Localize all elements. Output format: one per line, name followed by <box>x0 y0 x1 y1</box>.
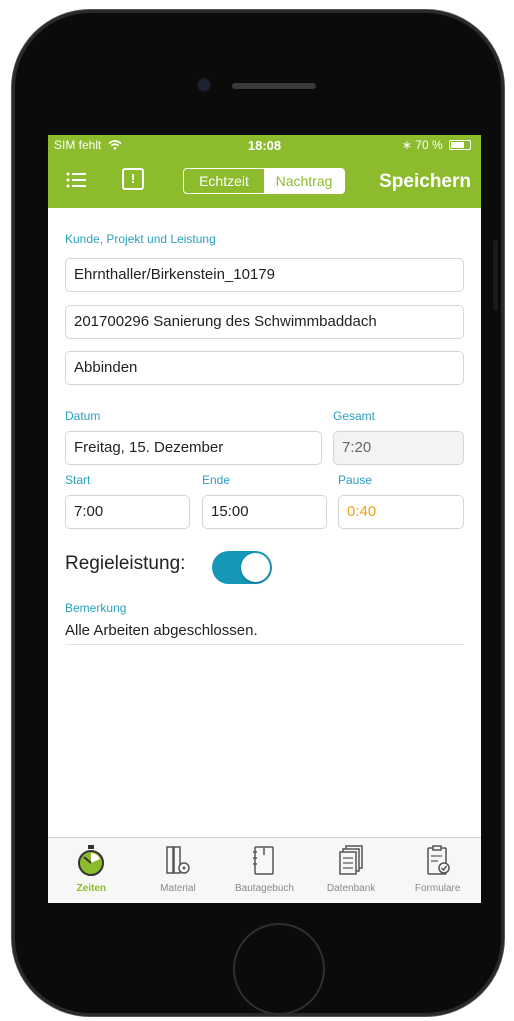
end-label: Ende <box>202 473 231 487</box>
save-button[interactable]: Speichern <box>379 171 471 193</box>
pause-label: Pause <box>338 473 373 487</box>
toggle-knob <box>241 553 270 582</box>
battery-icon <box>449 140 471 150</box>
remark-divider <box>65 644 464 645</box>
menu-icon[interactable] <box>66 172 86 188</box>
service-field[interactable]: Abbinden <box>65 351 464 385</box>
segment-later[interactable]: Nachtrag <box>264 169 344 193</box>
tab-bautagebuch[interactable]: Bautagebuch <box>221 838 308 903</box>
stopwatch-icon <box>78 845 105 876</box>
remark-label: Bemerkung <box>65 601 127 615</box>
date-label: Datum <box>65 409 101 423</box>
tab-formulare[interactable]: Formulare <box>394 838 481 903</box>
tab-bar: Zeiten Material Bautagebuch Datenbank Fo… <box>48 837 481 903</box>
home-button[interactable] <box>233 923 325 1015</box>
app-screen: SIM fehlt 18:08 ∗ 70 % ! Echtzeit Nachtr… <box>48 135 481 903</box>
notebook-icon <box>253 846 275 875</box>
customer-field[interactable]: Ehrnthaller/Birkenstein_10179 <box>65 258 464 292</box>
section-label: Kunde, Projekt und Leistung <box>65 232 216 246</box>
tab-material[interactable]: Material <box>135 838 222 903</box>
bluetooth-icon: ∗ <box>401 138 412 152</box>
remark-field[interactable]: Alle Arbeiten abgeschlossen. <box>65 622 258 639</box>
regie-label: Regieleistung: <box>65 553 186 574</box>
end-field[interactable]: 15:00 <box>202 495 327 529</box>
forms-icon <box>426 845 450 875</box>
earpiece-speaker <box>232 83 316 89</box>
project-field[interactable]: 201700296 Sanierung des Schwimmbaddach <box>65 305 464 339</box>
database-icon <box>339 845 363 875</box>
status-bar: SIM fehlt 18:08 ∗ 70 % <box>48 135 481 155</box>
tab-zeiten[interactable]: Zeiten <box>48 838 135 903</box>
start-label: Start <box>65 473 91 487</box>
regie-toggle[interactable] <box>212 551 272 584</box>
tab-datenbank[interactable]: Datenbank <box>308 838 395 903</box>
mode-segmented-control[interactable]: Echtzeit Nachtrag <box>183 168 345 194</box>
date-field[interactable]: Freitag, 15. Dezember <box>65 431 322 465</box>
side-button <box>493 240 498 310</box>
battery-status: ∗ 70 % <box>402 138 471 152</box>
nav-bar: ! Echtzeit Nachtrag Speichern <box>48 155 481 208</box>
material-icon <box>166 846 190 874</box>
front-camera <box>198 79 210 91</box>
pause-field[interactable]: 0:40 <box>338 495 464 529</box>
segment-realtime[interactable]: Echtzeit <box>184 169 264 193</box>
start-field[interactable]: 7:00 <box>65 495 190 529</box>
calendar-alert-icon[interactable]: ! <box>122 168 144 190</box>
total-field: 7:20 <box>333 431 464 465</box>
total-label: Gesamt <box>333 409 376 423</box>
